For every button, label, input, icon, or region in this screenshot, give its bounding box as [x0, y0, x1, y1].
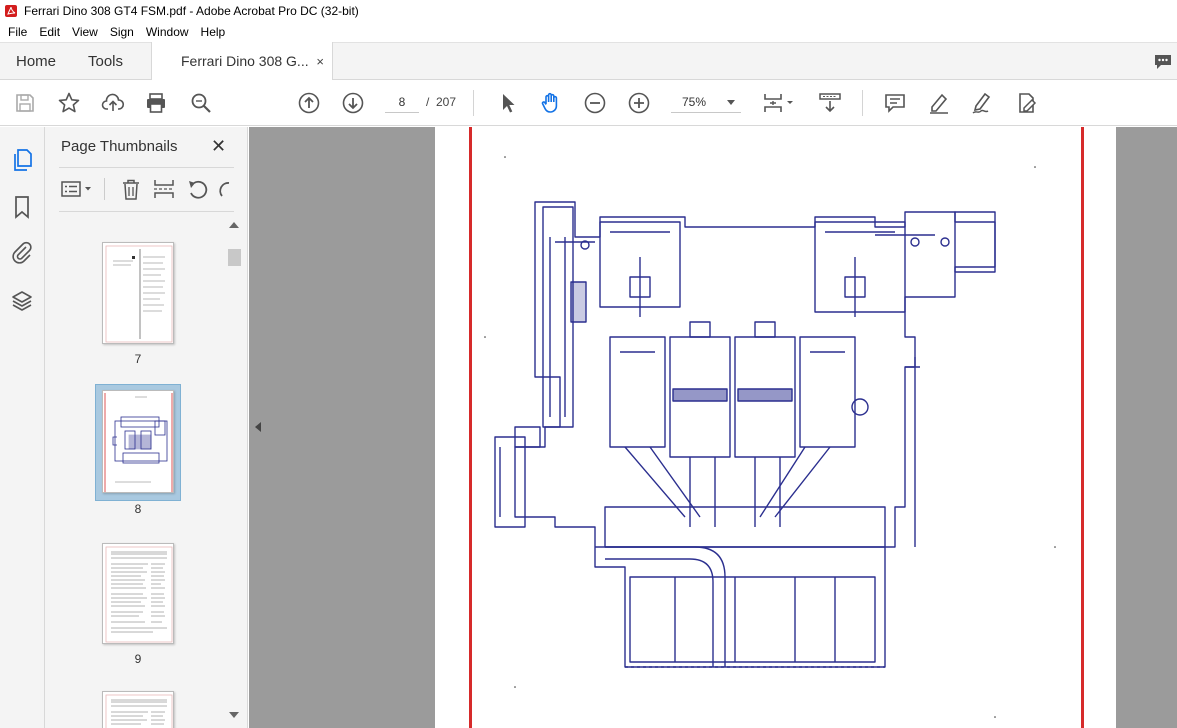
zoom-dropdown[interactable]: 75% [671, 91, 741, 113]
menu-edit[interactable]: Edit [33, 25, 66, 39]
scrollbar-thumb[interactable] [228, 249, 241, 266]
title-bar: Ferrari Dino 308 GT4 FSM.pdf - Adobe Acr… [0, 0, 1177, 22]
hand-icon[interactable] [539, 91, 563, 115]
thumbnail-label: 8 [134, 502, 142, 516]
layers-icon[interactable] [10, 289, 34, 313]
scroll-down-icon[interactable] [229, 712, 239, 718]
toolbar-divider [862, 90, 863, 116]
panel-tool-divider [104, 178, 105, 200]
sign-icon[interactable] [970, 91, 994, 115]
select-cursor-icon[interactable] [496, 91, 520, 115]
thumbnail-label: 9 [134, 652, 142, 666]
highlight-icon[interactable] [927, 91, 951, 115]
chat-icon[interactable] [1153, 53, 1173, 71]
panel-close-button[interactable]: ✕ [211, 136, 226, 157]
scroll-mode-icon[interactable] [818, 91, 842, 115]
engine-cutaway-drawing [484, 156, 1056, 718]
menu-file[interactable]: File [0, 25, 33, 39]
thumbnail-scrollbar[interactable] [227, 220, 242, 720]
tab-document-label: Ferrari Dino 308 G... [181, 53, 309, 69]
edit-pdf-icon[interactable] [1014, 91, 1038, 115]
menu-bar: File Edit View Sign Window Help [0, 22, 1177, 42]
rotate-ccw-icon[interactable] [186, 178, 210, 200]
thumbnail-label: 7 [134, 352, 142, 366]
page-separator: / [426, 95, 430, 109]
thumbnail-page-9[interactable] [102, 543, 174, 644]
menu-help[interactable]: Help [195, 25, 232, 39]
bookmark-icon[interactable] [10, 195, 34, 219]
trash-icon[interactable] [119, 178, 143, 200]
total-pages: 207 [436, 95, 457, 109]
thumbnail-image [105, 546, 173, 643]
toolbar-divider [473, 90, 474, 116]
thumbnail-image [104, 393, 173, 492]
collapse-panel-icon[interactable] [255, 422, 261, 432]
menu-view[interactable]: View [66, 25, 104, 39]
acrobat-logo-icon [5, 5, 17, 17]
panel-divider [59, 167, 234, 168]
panel-title: Page Thumbnails [61, 138, 178, 155]
panel-divider [59, 211, 234, 212]
toolbar: / 207 75% [0, 80, 1177, 126]
tab-bar: Home Tools Ferrari Dino 308 G... × [0, 42, 1177, 81]
zoom-out-icon[interactable] [583, 91, 607, 115]
attachment-icon[interactable] [10, 240, 34, 264]
print-icon[interactable] [144, 91, 168, 115]
thumbnail-image [105, 245, 173, 343]
thumbnail-page-10[interactable] [102, 691, 174, 728]
pdf-page [435, 127, 1116, 728]
page-fit-icon[interactable] [762, 91, 796, 115]
thumbnail-page-8[interactable] [102, 390, 174, 493]
page-up-icon[interactable] [297, 91, 321, 115]
split-pages-icon[interactable] [152, 178, 176, 200]
tab-tools[interactable]: Tools [88, 43, 123, 80]
tab-home[interactable]: Home [16, 43, 56, 80]
upload-icon[interactable] [101, 91, 125, 115]
zoom-in-icon[interactable] [627, 91, 651, 115]
zoom-value: 75% [682, 95, 707, 109]
page-number-input[interactable] [385, 91, 419, 113]
star-icon[interactable] [57, 91, 81, 115]
menu-sign[interactable]: Sign [104, 25, 140, 39]
zoom-search-icon[interactable] [189, 91, 213, 115]
page-thumbnails-icon[interactable] [10, 148, 34, 172]
save-icon[interactable] [13, 91, 37, 115]
window-title: Ferrari Dino 308 GT4 FSM.pdf - Adobe Acr… [24, 4, 359, 18]
options-menu-icon[interactable] [59, 178, 95, 200]
navigation-rail [0, 127, 45, 728]
thumbnail-image [105, 694, 173, 728]
page-down-icon[interactable] [341, 91, 365, 115]
menu-window[interactable]: Window [140, 25, 195, 39]
tab-close-button[interactable]: × [316, 42, 324, 81]
comment-icon[interactable] [883, 91, 907, 115]
thumbnail-page-7[interactable] [102, 242, 174, 344]
tab-document[interactable]: Ferrari Dino 308 G... × [151, 42, 333, 81]
scroll-up-icon[interactable] [229, 222, 239, 228]
rotate-cw-icon[interactable] [217, 178, 233, 200]
chevron-down-icon [727, 100, 735, 105]
